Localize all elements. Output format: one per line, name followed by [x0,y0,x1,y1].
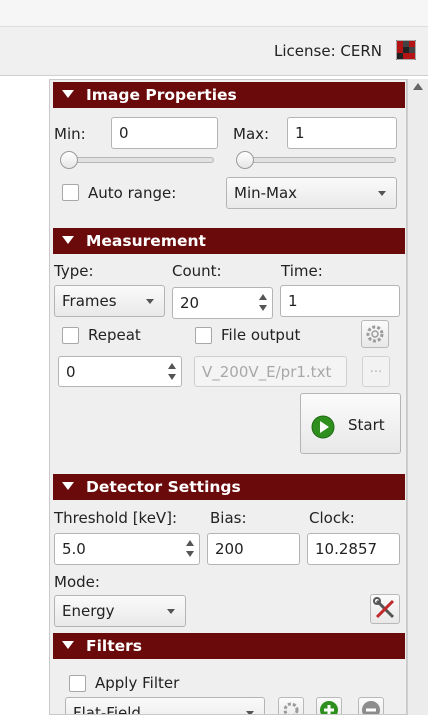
auto-range-label: Auto range: [88,184,177,202]
gear-icon [283,702,299,714]
count-label: Count: [172,262,222,280]
gear-icon [366,325,384,343]
detector-tools-button[interactable] [370,594,400,624]
filter-settings-button[interactable] [278,697,304,714]
license-label: License: CERN [274,42,382,60]
max-slider-track[interactable] [238,157,396,163]
max-input[interactable]: 1 [287,117,397,149]
min-slider-handle[interactable] [60,151,78,169]
collapse-triangle-icon [62,482,74,490]
start-label: Start [348,416,385,434]
repeat-spinbox[interactable]: 0 [58,356,182,387]
count-value: 20 [180,294,200,312]
grid-icon[interactable] [396,40,416,60]
chevron-down-icon [246,711,254,714]
file-output-checkbox[interactable] [195,327,212,344]
bias-input[interactable]: 200 [207,533,300,565]
play-icon [311,415,335,439]
threshold-label: Threshold [keV]: [54,509,178,527]
section-image-properties-header[interactable]: Image Properties [53,82,405,108]
time-input[interactable]: 1 [280,285,400,317]
file-path-input[interactable]: V_200V_E/pr1.txt [194,356,347,387]
auto-range-checkbox[interactable] [62,184,79,201]
repeat-label: Repeat [88,326,141,344]
collapse-triangle-icon [62,236,74,244]
spin-arrows-icon[interactable] [165,359,179,385]
bias-label: Bias: [210,509,247,527]
top-toolbar: License: CERN [0,26,428,76]
count-spinbox[interactable]: 20 [172,287,273,319]
control-panel: Image Properties Min: 0 Max: 1 Auto rang… [49,79,407,715]
section-title: Filters [86,637,143,655]
chevron-down-icon [146,299,154,304]
window-top-strip [0,0,428,26]
spin-arrows-icon[interactable] [256,290,270,316]
file-settings-button[interactable] [361,320,389,348]
apply-filter-checkbox[interactable] [69,675,86,692]
remove-filter-button[interactable] [358,697,384,714]
filter-type-value: Flat-Field [73,704,141,715]
scroll-up-arrow-icon[interactable] [413,83,423,90]
file-output-label: File output [221,326,301,344]
plus-icon [320,701,338,714]
chevron-down-icon [167,609,175,614]
measurement-type-value: Frames [62,292,117,310]
section-title: Detector Settings [86,478,241,496]
threshold-value: 5.0 [62,540,86,558]
section-measurement-header[interactable]: Measurement [53,228,405,254]
clock-label: Clock: [309,509,355,527]
clock-input[interactable]: 10.2857 [307,533,400,565]
collapse-triangle-icon [62,90,74,98]
range-mode-select[interactable]: Min-Max [226,177,397,209]
section-detector-settings-header[interactable]: Detector Settings [53,474,405,500]
start-button[interactable]: Start [300,393,401,454]
browse-button[interactable]: ... [362,356,390,387]
min-label: Min: [54,125,86,143]
repeat-checkbox[interactable] [62,327,79,344]
section-title: Measurement [86,232,206,250]
tools-icon [373,597,395,619]
add-filter-button[interactable] [316,697,342,714]
mode-value: Energy [62,602,115,620]
measurement-type-select[interactable]: Frames [54,285,165,317]
threshold-spinbox[interactable]: 5.0 [54,533,200,565]
section-filters-header[interactable]: Filters [53,633,405,659]
filter-type-select[interactable]: Flat-Field [65,697,265,715]
mode-label: Mode: [54,573,100,591]
spin-arrows-icon[interactable] [183,536,197,562]
repeat-value: 0 [66,363,76,381]
collapse-triangle-icon [62,641,74,649]
mode-select[interactable]: Energy [54,595,186,627]
apply-filter-label: Apply Filter [95,674,180,692]
type-label: Type: [54,262,94,280]
max-slider-handle[interactable] [236,151,254,169]
section-title: Image Properties [86,86,237,104]
minus-icon [362,701,380,714]
panel-scrollbar[interactable] [407,79,428,715]
range-mode-value: Min-Max [234,184,298,202]
chevron-down-icon [378,191,386,196]
max-label: Max: [233,125,270,143]
min-slider-track[interactable] [62,157,214,163]
min-input[interactable]: 0 [111,117,218,149]
time-label: Time: [281,262,323,280]
